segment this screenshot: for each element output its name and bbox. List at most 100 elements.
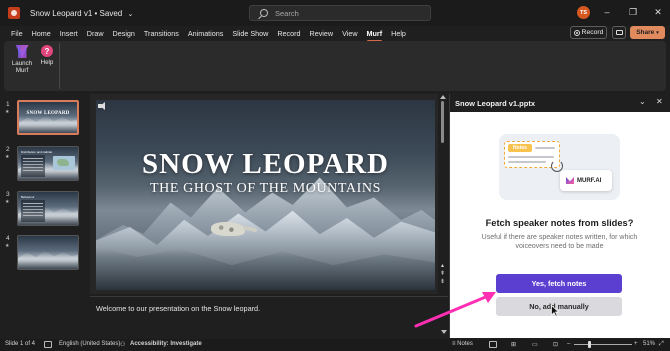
- tab-view[interactable]: View: [342, 29, 357, 38]
- tab-home[interactable]: Home: [32, 29, 51, 38]
- mouse-cursor-icon: [551, 305, 559, 317]
- murf-label: Murf: [15, 67, 29, 74]
- thumbnail-number: 2: [6, 146, 10, 153]
- document-name: Snow Leopard v1: [30, 8, 93, 18]
- slide-scrollbar[interactable]: ▴ ⇞ ⇟: [439, 95, 447, 295]
- normal-view-icon[interactable]: [489, 341, 497, 348]
- tab-animations[interactable]: Animations: [188, 29, 224, 38]
- slide-counter[interactable]: Slide 1 of 4: [5, 341, 35, 347]
- spelling-icon[interactable]: [44, 341, 52, 348]
- minimize-icon[interactable]: –: [600, 6, 614, 18]
- tab-file[interactable]: File: [11, 29, 23, 38]
- next-slide-icon[interactable]: ⇟: [439, 279, 446, 285]
- thumbnail-title: SNOW LEOPARD: [26, 111, 70, 116]
- search-icon: [260, 9, 268, 17]
- reading-view-icon[interactable]: ▭: [532, 341, 538, 348]
- notes-toggle[interactable]: ≡ Notes: [452, 341, 473, 347]
- fit-to-window-icon[interactable]: ⤢: [659, 341, 664, 348]
- animation-star-icon: ★: [5, 199, 10, 205]
- thumbnail-number: 3: [6, 191, 10, 198]
- avatar[interactable]: TS: [577, 6, 590, 19]
- save-state: Saved: [99, 8, 123, 18]
- thumbnail-number: 4: [6, 235, 10, 242]
- powerpoint-logo-icon: [8, 7, 20, 19]
- close-icon[interactable]: ✕: [656, 97, 663, 106]
- addin-header: Snow Leopard v1.pptx ⌄ ✕: [450, 94, 670, 112]
- fetch-notes-button[interactable]: Yes, fetch notes: [496, 274, 622, 293]
- chevron-down-icon: ⌄: [127, 10, 134, 18]
- thumbnail-title: Distribution and Habitat: [21, 150, 53, 154]
- chevron-down-icon: ▾: [656, 29, 659, 36]
- animation-star-icon: ★: [5, 154, 10, 160]
- title-bar: Snow Leopard v1 • Saved ⌄ Search TS – ❐ …: [0, 0, 670, 26]
- record-button[interactable]: Record: [570, 26, 607, 39]
- accessibility-status[interactable]: Accessibility: Investigate: [130, 341, 202, 347]
- add-manually-button[interactable]: No, add manually: [496, 297, 622, 316]
- tab-draw[interactable]: Draw: [87, 29, 104, 38]
- document-title[interactable]: Snow Leopard v1 • Saved ⌄: [30, 9, 133, 18]
- search-box[interactable]: Search: [249, 5, 431, 21]
- launch-murf-button[interactable]: Launch Murf: [9, 43, 35, 74]
- help-button[interactable]: ? Help: [34, 43, 60, 66]
- tab-record[interactable]: Record: [277, 29, 300, 38]
- tab-murf[interactable]: Murf: [366, 29, 382, 42]
- current-slide[interactable]: SNOW LEOPARD THE GHOST OF THE MOUNTAINS: [96, 100, 435, 290]
- accessibility-icon: ⚇: [120, 342, 126, 348]
- snow-leopard-image: [211, 222, 245, 236]
- thumbnail-slide-3[interactable]: Behaviour: [17, 191, 79, 226]
- help-icon: ?: [41, 45, 53, 57]
- animation-star-icon: ★: [5, 243, 10, 249]
- murf-logo-icon: [566, 177, 574, 184]
- slide-subtitle[interactable]: THE GHOST OF THE MOUNTAINS: [96, 181, 435, 197]
- thumbnail-slide-4[interactable]: [17, 235, 79, 270]
- audio-icon[interactable]: [98, 102, 108, 110]
- tab-design[interactable]: Design: [113, 29, 135, 38]
- scroll-thumb[interactable]: [441, 101, 444, 143]
- slide-thumbnails-pane: 1 ★ SNOW LEOPARD 2 ★ Distribution and Ha…: [0, 94, 86, 338]
- murf-group: Launch Murf ? Help: [8, 43, 60, 89]
- tab-help[interactable]: Help: [391, 29, 406, 38]
- zoom-slider[interactable]: [574, 344, 632, 345]
- murf-logo-icon: [16, 45, 29, 58]
- launch-label: Launch: [11, 60, 33, 67]
- scroll-up-icon[interactable]: [440, 95, 446, 99]
- annotation-arrow-icon: [414, 292, 496, 328]
- fetch-notes-heading: Fetch speaker notes from slides?: [485, 218, 634, 228]
- fetch-notes-description: Useful if there are speaker notes writte…: [481, 234, 638, 250]
- zoom-slider-knob[interactable]: [588, 341, 591, 348]
- comments-button[interactable]: [612, 26, 626, 39]
- share-button[interactable]: Share ▾: [630, 26, 665, 39]
- animation-star-icon: ★: [5, 109, 10, 115]
- comment-icon: [615, 30, 623, 35]
- notes-pane[interactable]: Welcome to our presentation on the Snow …: [90, 296, 448, 338]
- language-indicator[interactable]: English (United States): [59, 341, 120, 347]
- powerpoint-window: Snow Leopard v1 • Saved ⌄ Search TS – ❐ …: [0, 0, 670, 351]
- scroll-up-icon[interactable]: ▴: [439, 263, 446, 269]
- restore-icon[interactable]: ❐: [626, 6, 640, 18]
- search-placeholder: Search: [275, 8, 299, 18]
- zoom-out-icon[interactable]: –: [567, 341, 570, 347]
- slide-title[interactable]: SNOW LEOPARD: [96, 148, 435, 181]
- record-icon: [573, 29, 580, 36]
- close-icon[interactable]: ✕: [651, 6, 665, 18]
- thumbnail-slide-1[interactable]: SNOW LEOPARD: [17, 100, 79, 135]
- addin-title: Snow Leopard v1.pptx: [455, 98, 536, 108]
- chevron-down-icon[interactable]: ⌄: [639, 97, 646, 106]
- tab-insert[interactable]: Insert: [60, 29, 78, 38]
- tab-slide-show[interactable]: Slide Show: [232, 29, 268, 38]
- status-bar: Slide 1 of 4 English (United States) ⚇ A…: [0, 339, 670, 351]
- tab-transitions[interactable]: Transitions: [144, 29, 179, 38]
- ribbon-panel: Launch Murf ? Help: [4, 41, 666, 91]
- slideshow-view-icon[interactable]: ⊡: [553, 341, 558, 348]
- thumbnail-slide-2[interactable]: Distribution and Habitat: [17, 146, 79, 181]
- previous-slide-icon[interactable]: ⇞: [439, 271, 446, 277]
- help-label: Help: [40, 59, 54, 66]
- zoom-in-icon[interactable]: +: [634, 341, 638, 347]
- speaker-notes-text[interactable]: Welcome to our presentation on the Snow …: [96, 304, 260, 313]
- zoom-level[interactable]: 51%: [643, 341, 655, 347]
- murf-badge-label: MURF.AI: [577, 177, 602, 184]
- slide-sorter-icon[interactable]: ⊞: [511, 341, 516, 348]
- notes-tag: Notes: [508, 144, 532, 152]
- map-image: [53, 156, 75, 170]
- tab-review[interactable]: Review: [310, 29, 334, 38]
